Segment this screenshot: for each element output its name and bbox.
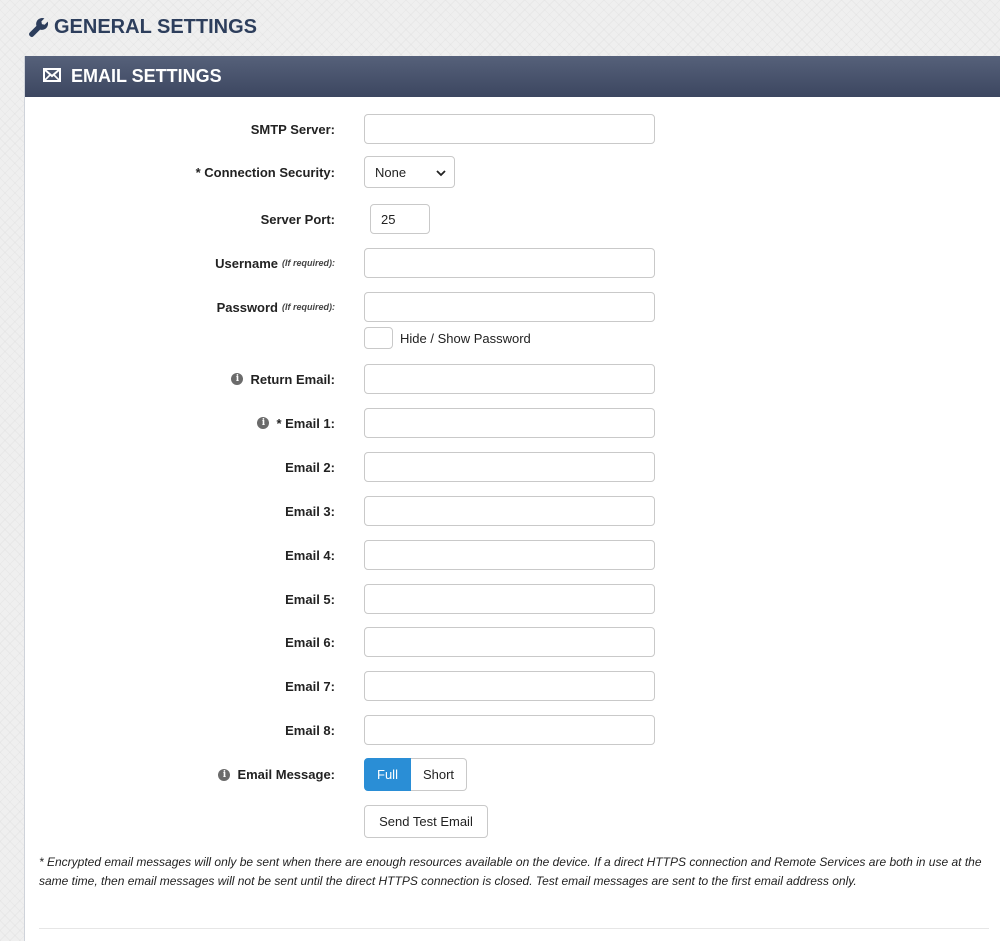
footnote: * Encrypted email messages will only be … (39, 855, 982, 888)
username-note: (If required): (282, 258, 335, 268)
email-message-full-button[interactable]: Full (364, 758, 411, 791)
password-note: (If required): (282, 302, 335, 312)
email-8-input[interactable] (364, 715, 655, 745)
email-1-input[interactable] (364, 408, 655, 438)
panel-header: EMAIL SETTINGS (25, 56, 1000, 97)
email-3-input[interactable] (364, 496, 655, 526)
envelope-icon (43, 66, 61, 87)
send-test-email-button[interactable]: Send Test Email (364, 805, 488, 838)
email-4-input[interactable] (364, 540, 655, 570)
smtp-server-label: SMTP Server: (250, 121, 335, 137)
server-port-input[interactable] (370, 204, 430, 234)
email-2-label: Email 2: (285, 459, 335, 475)
info-icon[interactable]: i (218, 768, 231, 781)
email-3-label: Email 3: (285, 503, 335, 519)
chevron-down-icon (436, 165, 446, 180)
page-title: GENERAL SETTINGS (28, 12, 257, 42)
email-4-label: Email 4: (285, 547, 335, 563)
email-settings-panel: EMAIL SETTINGS SMTP Server: * Connection… (24, 56, 1000, 941)
smtp-server-input[interactable] (364, 114, 655, 144)
email-6-label: Email 6: (285, 634, 335, 650)
email-5-label: Email 5: (285, 591, 335, 607)
server-port-label: Server Port: (260, 211, 335, 227)
email-message-short-button[interactable]: Short (411, 758, 467, 791)
username-label: Username (If required): (215, 255, 335, 271)
email-2-input[interactable] (364, 452, 655, 482)
email-7-input[interactable] (364, 671, 655, 701)
password-input[interactable] (364, 292, 655, 322)
password-label: Password (If required): (216, 299, 335, 315)
email-7-label: Email 7: (285, 678, 335, 694)
divider (39, 928, 989, 929)
connection-security-select[interactable]: None (364, 156, 455, 188)
email-message-toggle: Full Short (364, 758, 467, 791)
wrench-icon (28, 16, 50, 38)
connection-security-label: * Connection Security: (195, 164, 335, 180)
email-8-label: Email 8: (285, 722, 335, 738)
email-message-label: i Email Message: (218, 758, 335, 791)
username-input[interactable] (364, 248, 655, 278)
panel-title: EMAIL SETTINGS (71, 66, 222, 86)
email-5-input[interactable] (364, 584, 655, 614)
connection-security-value: None (375, 164, 407, 180)
show-password-label: Hide / Show Password (400, 330, 531, 346)
page-title-text: GENERAL SETTINGS (54, 15, 257, 38)
return-email-input[interactable] (364, 364, 655, 394)
return-email-label: i Return Email: (231, 364, 335, 394)
show-password-checkbox[interactable] (364, 327, 393, 349)
info-icon[interactable]: i (231, 373, 244, 385)
email-1-label: i * Email 1: (257, 408, 335, 438)
info-icon[interactable]: i (257, 417, 270, 429)
email-6-input[interactable] (364, 627, 655, 657)
